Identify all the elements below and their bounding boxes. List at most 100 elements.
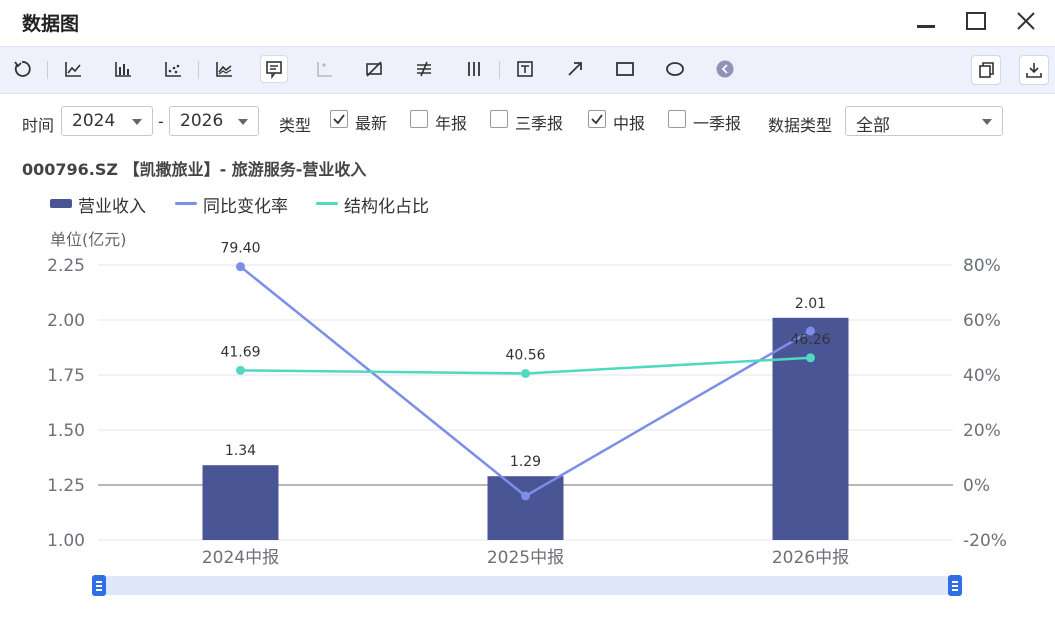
maximize-icon	[966, 12, 986, 30]
line-data-label: 41.69	[220, 344, 260, 360]
check-icon	[333, 114, 345, 125]
series-point	[806, 353, 815, 363]
download-button[interactable]	[1019, 55, 1049, 85]
checkbox-label: 中报	[613, 114, 646, 133]
y-tick-label: 2.00	[47, 311, 85, 331]
chart-toolbar	[0, 46, 1055, 94]
checkbox-q3[interactable]	[490, 110, 508, 128]
data-label-button[interactable]	[261, 56, 287, 82]
series-point	[521, 368, 530, 378]
axis-tool-button[interactable]	[311, 56, 337, 82]
chart-subtitle: 000796.SZ 【凯撒旅业】- 旅游服务-营业收入	[22, 160, 367, 179]
y2-tick-label: 40%	[963, 366, 1001, 386]
line-data-label: 46.26	[790, 332, 830, 348]
data-type-label: 数据类型	[768, 116, 833, 135]
line-chart-icon	[216, 62, 232, 77]
chevron-down-icon	[132, 119, 142, 125]
range-handle-left[interactable]	[92, 575, 106, 596]
checkbox-latest[interactable]	[330, 110, 348, 128]
back-button[interactable]	[712, 56, 738, 82]
title-bar: 数据图	[0, 0, 1055, 44]
vertical-lines-icon	[468, 62, 480, 76]
legend-item-yoy[interactable]: 同比变化率	[175, 192, 305, 217]
bar-chart-icon	[115, 62, 131, 77]
vertical-lines-button[interactable]	[461, 56, 487, 82]
hide-series-button[interactable]	[361, 56, 387, 82]
bar-data-label: 1.34	[225, 443, 256, 459]
time-to-value: 2026	[180, 111, 224, 131]
maximize-button[interactable]	[962, 8, 990, 36]
bar	[202, 465, 279, 540]
y-tick-label: 1.75	[47, 366, 85, 386]
time-from-select[interactable]: 2024	[61, 106, 153, 136]
rectangle-tool-button[interactable]	[612, 56, 638, 82]
minimize-icon	[917, 25, 935, 28]
scatter-chart-button[interactable]	[160, 56, 186, 82]
bar	[772, 317, 849, 540]
refresh-icon	[14, 61, 31, 77]
text-box-button[interactable]	[512, 56, 538, 82]
scatter-chart-icon	[165, 62, 181, 77]
rectangle-tool-icon	[616, 62, 634, 76]
series-point	[236, 365, 245, 375]
x-tick-label: 2026中报	[772, 548, 849, 568]
checkbox-interim[interactable]	[588, 110, 606, 128]
y2-tick-label: 20%	[963, 421, 1001, 441]
checkbox-q1[interactable]	[668, 110, 686, 128]
check-icon	[591, 114, 603, 125]
line-chart-button[interactable]	[211, 56, 237, 82]
data-type-select[interactable]: 全部	[845, 106, 1003, 136]
legend-label: 营业收入	[78, 197, 146, 217]
bar-data-label: 1.29	[510, 454, 541, 470]
minimize-button[interactable]	[912, 8, 940, 36]
checkbox-annual[interactable]	[410, 110, 428, 128]
y2-tick-label: 80%	[963, 256, 1001, 276]
data-type-value: 全部	[856, 116, 890, 136]
compare-icon	[417, 61, 431, 77]
download-icon	[1026, 63, 1042, 78]
back-icon	[716, 60, 734, 78]
chevron-down-icon	[238, 119, 248, 125]
range-handle-right[interactable]	[948, 575, 962, 596]
bar-data-label: 2.01	[795, 296, 826, 312]
checkbox-label: 一季报	[693, 114, 742, 133]
legend-label: 结构化占比	[344, 197, 429, 217]
time-from-value: 2024	[72, 111, 116, 131]
copy-button[interactable]	[971, 55, 1001, 85]
y-tick-label: 1.50	[47, 421, 85, 441]
range-slider[interactable]	[92, 575, 962, 596]
bar-chart-button[interactable]	[110, 56, 136, 82]
legend-item-revenue[interactable]: 营业收入	[50, 192, 160, 217]
window-title: 数据图	[22, 13, 80, 35]
checkbox-label: 三季报	[515, 114, 564, 133]
trend-chart-button[interactable]	[60, 56, 86, 82]
y2-tick-label: 0%	[963, 476, 990, 496]
y-tick-label: 1.00	[47, 531, 85, 551]
close-button[interactable]	[1012, 8, 1040, 36]
data-label-icon	[266, 61, 282, 79]
series-point	[521, 491, 530, 501]
series-point	[236, 262, 245, 272]
arrow-tool-icon	[568, 62, 582, 76]
ellipse-tool-button[interactable]	[662, 56, 688, 82]
x-tick-label: 2025中报	[487, 548, 564, 568]
line-data-label: 40.56	[505, 347, 545, 363]
ellipse-tool-icon	[666, 62, 684, 76]
legend-swatch	[175, 202, 197, 205]
legend-label: 同比变化率	[203, 197, 288, 217]
axis-tool-icon	[317, 62, 332, 77]
y-axis-unit-label: 单位(亿元)	[50, 230, 127, 249]
y-tick-label: 2.25	[47, 256, 85, 276]
copy-icon	[979, 62, 994, 78]
time-separator: -	[158, 112, 164, 131]
time-to-select[interactable]: 2026	[169, 106, 259, 136]
compare-button[interactable]	[411, 56, 437, 82]
y2-tick-label: -20%	[963, 531, 1007, 551]
refresh-button[interactable]	[9, 56, 35, 82]
legend-swatch	[316, 202, 338, 205]
close-icon	[1017, 12, 1035, 30]
arrow-tool-button[interactable]	[562, 56, 588, 82]
y2-tick-label: 60%	[963, 311, 1001, 331]
time-label: 时间	[22, 116, 55, 135]
legend-item-structure[interactable]: 结构化占比	[316, 192, 446, 217]
